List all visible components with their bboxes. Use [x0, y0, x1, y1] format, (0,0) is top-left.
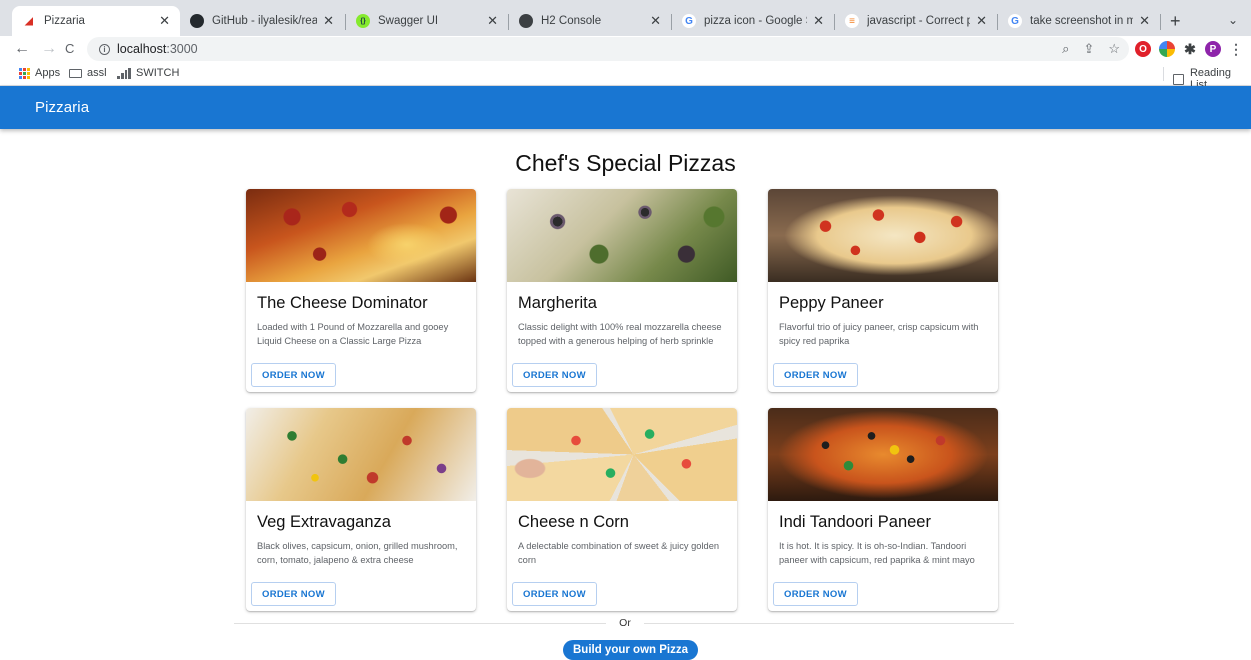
pizza-description: It is hot. It is spicy. It is oh-so-Indi… [779, 541, 975, 565]
order-now-button[interactable]: ORDER NOW [773, 582, 858, 606]
close-tab-icon[interactable]: ✕ [159, 13, 170, 29]
bookmark-switch[interactable]: SWITCH [117, 67, 179, 79]
bookmarks-bar: Apps assl SWITCH Reading List [0, 62, 1251, 91]
swagger-icon: {} [356, 14, 370, 28]
bookmarks-separator [1163, 67, 1164, 81]
pizza-description: Flavorful trio of juicy paneer, crisp ca… [779, 322, 979, 346]
url-host: localhost [117, 42, 167, 56]
pizza-image [507, 189, 737, 282]
order-now-button[interactable]: ORDER NOW [512, 363, 597, 387]
pizza-card: Veg Extravaganza Black olives, capsicum,… [246, 408, 476, 611]
tab-swagger[interactable]: {} Swagger UI ✕ [346, 6, 508, 36]
stackoverflow-icon: ≡ [845, 14, 859, 28]
folder-icon [69, 68, 82, 78]
tab-label: javascript - Correct path for [867, 15, 971, 27]
tab-separator [1160, 14, 1161, 30]
tab-label: Swagger UI [378, 15, 439, 27]
bookmark-apps[interactable]: Apps [19, 67, 60, 79]
tab-stackoverflow[interactable]: ≡ javascript - Correct path for ✕ [835, 6, 997, 36]
tab-label: pizza icon - Google Search [704, 15, 807, 27]
or-label: Or [619, 617, 631, 629]
order-now-button[interactable]: ORDER NOW [773, 363, 858, 387]
app-brand[interactable]: Pizzaria [35, 99, 89, 116]
back-arrow-icon[interactable]: ← [14, 39, 30, 59]
site-info-icon[interactable]: i [99, 43, 110, 55]
order-now-button[interactable]: ORDER NOW [512, 582, 597, 606]
pizza-name: Cheese n Corn [518, 513, 629, 531]
tab-google-screenshot[interactable]: G take screenshot in mac - Go ✕ [998, 6, 1160, 36]
pizza-name: Peppy Paneer [779, 294, 884, 312]
bookmark-label: assl [87, 67, 107, 79]
google-icon: G [682, 14, 696, 28]
bookmark-assl[interactable]: assl [69, 67, 107, 79]
pizza-description: Loaded with 1 Pound of Mozzarella and go… [257, 322, 449, 346]
apps-grid-icon [19, 67, 30, 79]
pizza-name: Margherita [518, 294, 597, 312]
pizza-image [246, 408, 476, 501]
pizza-description: Black olives, capsicum, onion, grilled m… [257, 541, 458, 565]
profile-avatar[interactable]: P [1205, 41, 1221, 57]
pizza-card: Cheese n Corn A delectable combination o… [507, 408, 737, 611]
pizza-image [246, 189, 476, 282]
pizza-card: The Cheese Dominator Loaded with 1 Pound… [246, 189, 476, 392]
extensions-puzzle-icon[interactable]: ✱ [1182, 41, 1198, 57]
close-tab-icon[interactable]: ✕ [487, 13, 498, 29]
bookmark-label: Apps [35, 67, 61, 79]
reading-list-icon [1173, 73, 1184, 85]
url-port: :3000 [166, 42, 198, 56]
tab-github[interactable]: GitHub - ilyalesik/react-fetc ✕ [180, 6, 344, 36]
tab-label: GitHub - ilyalesik/react-fetc [212, 15, 318, 27]
forward-arrow-icon[interactable]: → [41, 39, 57, 59]
close-tab-icon[interactable]: ✕ [976, 13, 987, 29]
browser-tab-strip: ◢ Pizzaria ✕ GitHub - ilyalesik/react-fe… [0, 0, 1251, 36]
tab-label: H2 Console [541, 15, 602, 27]
browser-menu-kebab-icon[interactable]: ⋮ [1228, 41, 1244, 57]
pizza-card: Indi Tandoori Paneer It is hot. It is sp… [768, 408, 998, 611]
pizza-image [507, 408, 737, 501]
pizza-description: A delectable combination of sweet & juic… [518, 541, 720, 565]
omnibox-actions: ⌕ ⇪ ☆ [1062, 41, 1120, 57]
order-now-button[interactable]: ORDER NOW [251, 363, 336, 387]
pizza-favicon-icon: ◢ [22, 14, 36, 28]
new-tab-button[interactable]: + [1170, 12, 1181, 30]
tab-google-search[interactable]: G pizza icon - Google Search ✕ [672, 6, 834, 36]
share-icon[interactable]: ⇪ [1083, 41, 1094, 57]
close-tab-icon[interactable]: ✕ [650, 13, 661, 29]
globe-icon [519, 14, 533, 28]
or-divider-left [234, 623, 606, 624]
signal-bars-icon [117, 67, 131, 79]
or-divider-right [644, 623, 1014, 624]
tab-h2-console[interactable]: H2 Console ✕ [509, 6, 671, 36]
page-title: Chef's Special Pizzas [515, 150, 736, 176]
pizza-card: Margherita Classic delight with 100% rea… [507, 189, 737, 392]
pizza-image [768, 189, 998, 282]
close-tab-icon[interactable]: ✕ [813, 13, 824, 29]
order-now-button[interactable]: ORDER NOW [251, 582, 336, 606]
build-your-own-pizza-button[interactable]: Build your own Pizza [563, 640, 698, 660]
bookmark-star-icon[interactable]: ☆ [1108, 41, 1120, 57]
color-extension-icon[interactable] [1159, 41, 1175, 57]
close-tab-icon[interactable]: ✕ [323, 13, 334, 29]
bookmark-label: SWITCH [136, 67, 180, 79]
pizza-description: Classic delight with 100% real mozzarell… [518, 322, 722, 346]
github-icon [190, 14, 204, 28]
tab-search-chevron-icon[interactable]: ⌄ [1228, 13, 1238, 27]
reload-icon[interactable]: C [65, 39, 74, 59]
tab-label: take screenshot in mac - Go [1030, 15, 1134, 27]
tab-label: Pizzaria [44, 15, 85, 27]
google-icon: G [1008, 14, 1022, 28]
pizza-name: Veg Extravaganza [257, 513, 391, 531]
opera-extension-icon[interactable]: O [1135, 41, 1151, 57]
app-header-bar: Pizzaria [0, 86, 1251, 129]
tab-pizzaria[interactable]: ◢ Pizzaria ✕ [12, 6, 180, 36]
pizza-name: The Cheese Dominator [257, 294, 428, 312]
pizza-name: Indi Tandoori Paneer [779, 513, 931, 531]
close-tab-icon[interactable]: ✕ [1139, 13, 1150, 29]
pizza-image [768, 408, 998, 501]
browser-toolbar: ← → C i localhost:3000 ⌕ ⇪ ☆ O ✱ P ⋮ [0, 36, 1251, 62]
pizza-card: Peppy Paneer Flavorful trio of juicy pan… [768, 189, 998, 392]
zoom-icon[interactable]: ⌕ [1062, 41, 1069, 57]
address-bar[interactable]: i localhost:3000 ⌕ ⇪ ☆ [87, 37, 1129, 61]
